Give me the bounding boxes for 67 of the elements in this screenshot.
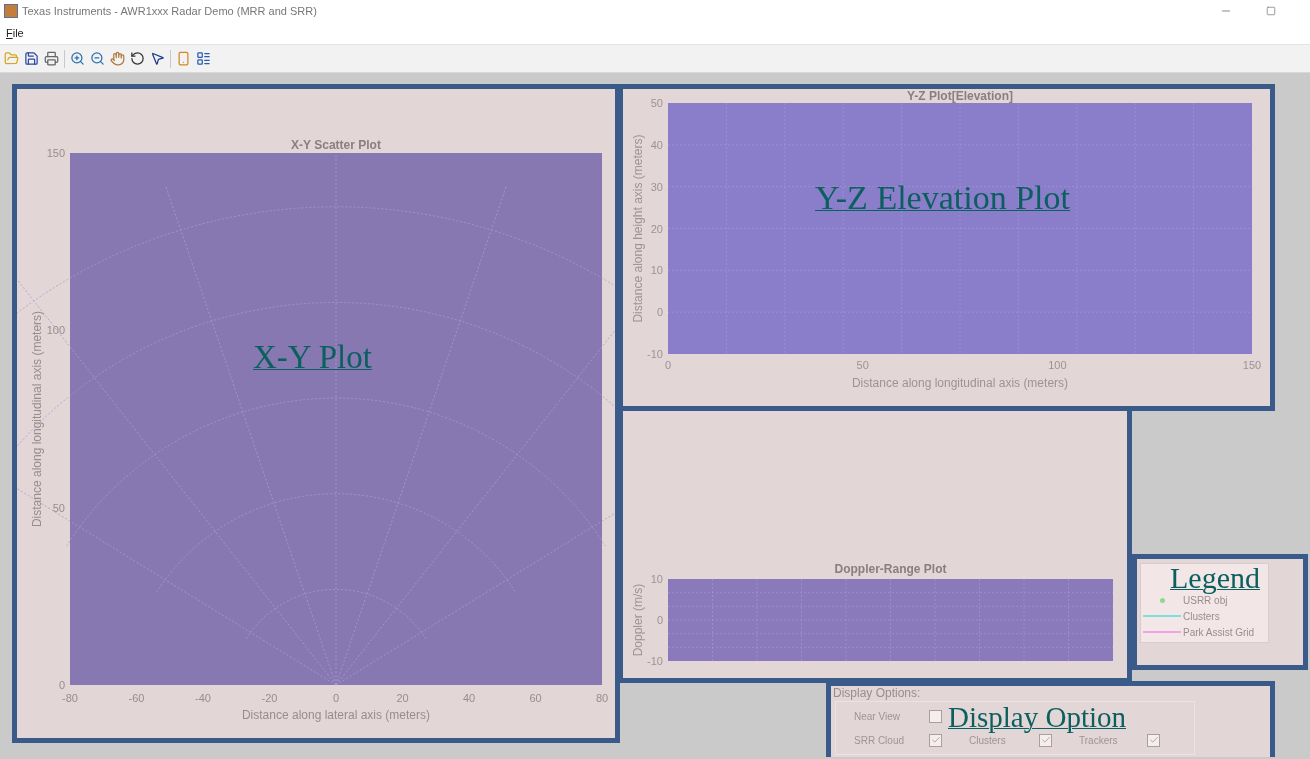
tick-label: -40	[195, 692, 211, 704]
tick-label: 50	[856, 359, 869, 371]
tick-label: 20	[396, 692, 409, 704]
tick-label: 20	[650, 222, 663, 235]
tick-label: 0	[332, 692, 340, 704]
axis-label: Distance along longitudinal axis (meters)	[851, 376, 1069, 390]
tick-label: 100	[1048, 359, 1067, 371]
checkbox[interactable]	[1039, 733, 1052, 747]
tick-label: 0	[58, 679, 65, 691]
plot-annotation: Y-Z Elevation Plot	[815, 181, 1070, 215]
chart-title: Doppler-Range Plot	[834, 562, 947, 576]
legend-icon[interactable]	[196, 51, 211, 66]
tick-label: 0	[664, 359, 672, 371]
rotate-icon[interactable]	[130, 51, 145, 66]
option-label: Trackers	[1079, 733, 1119, 748]
window-title: Texas Instruments - AWR1xxx Radar Demo (MRR and SRR)	[22, 3, 317, 19]
print-icon[interactable]	[44, 51, 59, 66]
tick-label: 100	[46, 324, 65, 337]
chart-title: Y-Z Plot[Elevation]	[907, 89, 1013, 103]
group-title: Display Options:	[833, 686, 922, 701]
tick-label: 40	[650, 138, 663, 151]
app-icon	[4, 4, 18, 18]
check-icon	[1148, 735, 1159, 745]
axis-label: Doppler (m/s)	[631, 583, 645, 657]
option-label: SRR Cloud	[854, 733, 906, 748]
legend-label: Park Assist Grid	[1183, 625, 1255, 640]
tick-label: 10	[650, 573, 663, 585]
tick-label: -10	[647, 655, 663, 667]
save-icon[interactable]	[24, 51, 39, 66]
tick-label: 60	[529, 692, 542, 704]
zoom-out-icon[interactable]	[90, 51, 105, 66]
tick-label: -10	[647, 348, 663, 360]
chart-title: X-Y Scatter Plot	[291, 138, 381, 152]
tick-label: 40	[462, 692, 476, 704]
tick-label: 80	[595, 692, 609, 704]
cursor-icon[interactable]	[150, 51, 165, 66]
axis-label: Distance along height axis (meters)	[631, 134, 645, 323]
tick-label: 0	[656, 614, 663, 626]
tick-label: 10	[650, 264, 663, 277]
tick-label: -60	[128, 692, 145, 704]
tick-label: 150	[46, 147, 65, 159]
plot-annotation: X-Y Plot	[253, 341, 372, 374]
tick-label: -20	[261, 692, 278, 704]
hand-icon[interactable]	[110, 51, 125, 66]
axis-label: Distance along longitudinal axis (meters)	[30, 310, 44, 528]
device-icon[interactable]	[176, 51, 191, 66]
option-label: Near View	[854, 709, 901, 724]
menu-item[interactable]: File	[6, 24, 24, 42]
tick-label: 0	[656, 306, 663, 319]
check-icon	[930, 735, 941, 745]
folder-icon[interactable]	[4, 51, 19, 66]
legend-label: Clusters	[1183, 609, 1220, 624]
checkbox[interactable]	[1147, 733, 1160, 747]
checkbox[interactable]	[929, 709, 942, 723]
panel-annotation: Display Option	[948, 703, 1127, 732]
checkbox[interactable]	[929, 733, 942, 747]
tick-label: 150	[1242, 359, 1262, 371]
check-icon	[1040, 735, 1051, 745]
axis-label: Distance along lateral axis (meters)	[241, 708, 431, 722]
zoom-in-icon[interactable]	[70, 51, 85, 66]
option-label: Clusters	[969, 733, 1007, 748]
tick-label: 50	[650, 97, 663, 109]
restore-icon[interactable]	[1266, 6, 1276, 16]
tick-label: -80	[62, 692, 78, 704]
tick-label: 50	[52, 501, 65, 514]
legend-label: USRR obj	[1183, 594, 1228, 608]
tick-label: 30	[650, 180, 663, 193]
